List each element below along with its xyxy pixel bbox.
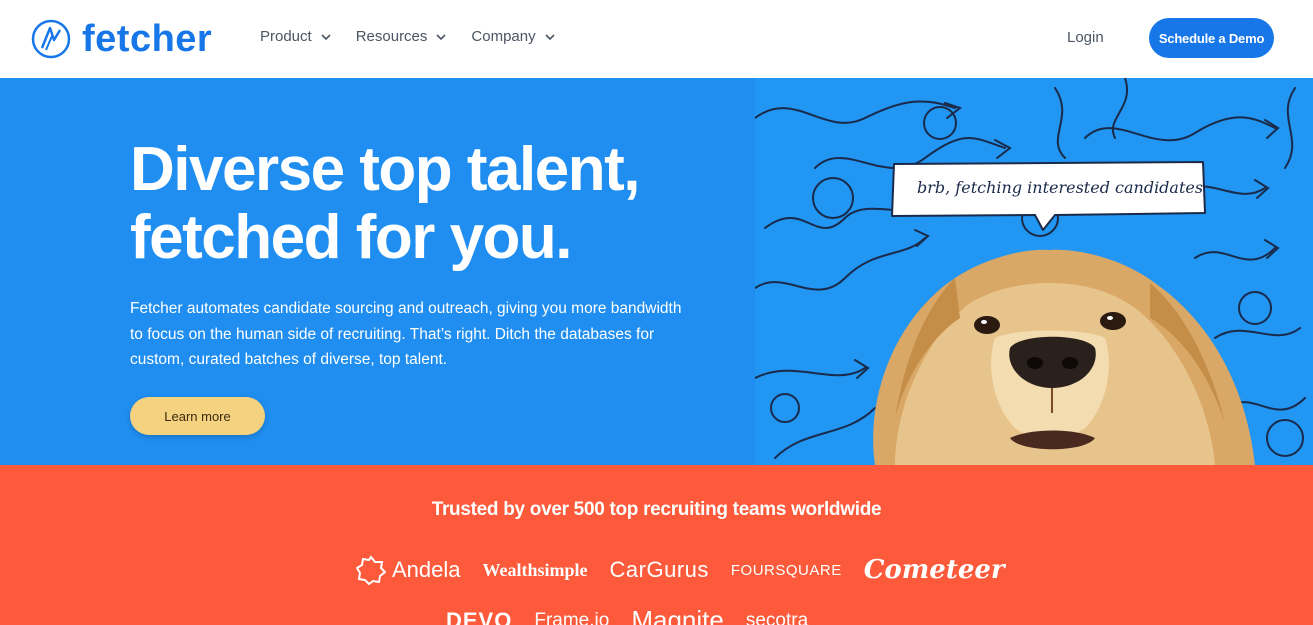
login-link[interactable]: Login [1067, 29, 1104, 46]
chevron-down-icon [321, 33, 331, 40]
andela-logo: Andela [356, 555, 461, 585]
fetcher-logo-icon [31, 19, 71, 59]
andela-label: Andela [392, 557, 461, 582]
nav-company-label: Company [471, 28, 536, 45]
cargurus-logo: CarGurus [610, 557, 709, 583]
devo-label: DEVO [446, 607, 513, 625]
golden-retriever-image [873, 249, 1255, 465]
hero-illustration: brb, fetching interested candidates [755, 78, 1313, 465]
frameio-label: Frame.io [534, 609, 610, 625]
chevron-down-icon [545, 33, 555, 40]
secotra-label: secotra [745, 609, 809, 625]
cometeer-label: Cometeer [863, 555, 1005, 585]
nav-resources-label: Resources [355, 28, 428, 45]
chevron-down-icon [436, 33, 446, 40]
cometeer-logo: Cometeer [864, 555, 1005, 585]
trusted-by-section: Trusted by over 500 top recruiting teams… [0, 465, 1313, 625]
site-header: fetcher Product Resources Company Login … [0, 0, 1313, 78]
brand-name: fetcher [82, 18, 213, 60]
hero-title: Diverse top talent, fetched for you. [130, 136, 730, 272]
wealthsimple-label: Wealthsimple [482, 559, 588, 580]
trusted-title: Trusted by over 500 top recruiting teams… [431, 499, 882, 520]
devo-logo: DEVO [446, 608, 512, 625]
nav-company[interactable]: Company [471, 28, 555, 45]
hero-title-line1: Diverse top talent, [130, 135, 640, 204]
bubble-text: brb, fetching interested candidates [917, 178, 1203, 197]
nav-product[interactable]: Product [260, 28, 332, 45]
frameio-logo: Frame.io [534, 610, 609, 625]
cargurus-label: CarGurus [609, 557, 709, 582]
nav-product-label: Product [260, 28, 312, 45]
schedule-demo-button[interactable]: Schedule a Demo [1149, 18, 1274, 58]
wealthsimple-logo: Wealthsimple [483, 560, 588, 581]
hero-title-line2: fetched for you. [130, 203, 573, 272]
magnite-label: Magnite [631, 605, 724, 625]
main-nav: Product Resources Company [260, 28, 556, 45]
brand-logo[interactable]: fetcher [30, 18, 212, 60]
learn-more-button[interactable]: Learn more [130, 397, 265, 435]
foursquare-label: FOURSQUARE [730, 561, 842, 579]
hero-description: Fetcher automates candidate sourcing and… [130, 300, 682, 368]
foursquare-logo: FOURSQUARE [731, 562, 842, 579]
speech-bubble: brb, fetching interested candidates [891, 161, 1206, 231]
nav-resources[interactable]: Resources [356, 28, 448, 45]
andela-icon [356, 555, 386, 585]
customer-logos-row-1: Andela Wealthsimple CarGurus FOURSQUARE … [356, 555, 1005, 585]
squiggle-arrows-background: brb, fetching interested candidates [755, 78, 1306, 465]
customer-logos-row-2: DEVO Frame.io Magnite secotra [446, 605, 808, 625]
magnite-logo: Magnite [631, 605, 724, 625]
hero-section: Diverse top talent, fetched for you. Fet… [0, 78, 755, 465]
secotra-logo: secotra [746, 610, 808, 625]
